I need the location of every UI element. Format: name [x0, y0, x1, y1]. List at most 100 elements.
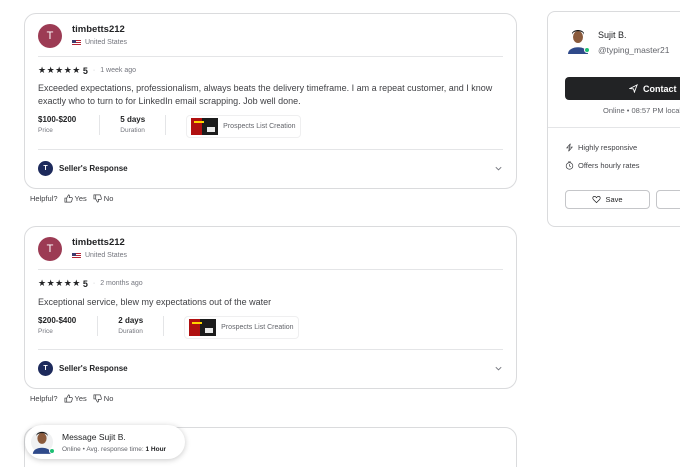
separator-dot: · [92, 67, 96, 74]
us-flag-icon [72, 252, 81, 259]
helpful-yes-label: Yes [74, 194, 87, 203]
online-status-icon [584, 47, 590, 53]
price-block: $200-$400 Price [38, 316, 76, 335]
reviewer-country: United States [72, 39, 127, 46]
contact-button[interactable]: Contact [565, 77, 680, 100]
seller-response-toggle[interactable]: T Seller's Response [38, 161, 503, 176]
country-label: United States [85, 252, 128, 259]
message-title: Message Sujit B. [62, 431, 126, 442]
meta-divider [97, 316, 99, 336]
project-chip[interactable]: Prospects List Creation [186, 115, 301, 138]
separator-dot: · [92, 280, 96, 287]
project-chip[interactable]: Prospects List Creation [184, 316, 299, 339]
helpful-no-label: No [103, 394, 114, 403]
helpful-no-button[interactable]: No [93, 394, 114, 403]
seller-name[interactable]: Sujit B. [598, 30, 627, 40]
review-time: 2 months ago [100, 280, 143, 287]
reviewer-country: United States [72, 252, 127, 259]
review-text: Exceeded expectations, professionalism, … [38, 83, 493, 106]
save-button[interactable]: Save [565, 190, 650, 209]
helpful-row: Helpful? Yes No [30, 194, 119, 203]
review-card: T timbetts212 United States ★★★★★ 5 · 2 … [24, 226, 517, 389]
reviewer-header: T timbetts212 United States [38, 237, 127, 261]
helpful-no-button[interactable]: No [93, 194, 114, 203]
duration-label: Duration [118, 328, 143, 335]
thumbs-up-icon [64, 394, 73, 403]
divider [548, 127, 680, 128]
message-status: Online • Avg. response time: 1 Hour [62, 446, 166, 453]
chevron-down-icon [495, 366, 502, 371]
divider [38, 56, 503, 57]
reviewer-avatar[interactable]: T [38, 24, 62, 48]
online-label: Online [62, 445, 81, 453]
share-button[interactable] [656, 190, 680, 209]
reviewer-name[interactable]: timbetts212 [72, 237, 127, 249]
helpful-yes-button[interactable]: Yes [64, 394, 87, 403]
seller-response-label: Seller's Response [59, 164, 128, 173]
price-label: Price [38, 127, 53, 134]
helpful-label: Helpful? [30, 194, 58, 203]
review-meta: $100-$200 Price 5 days Duration Prospect… [38, 115, 301, 138]
us-flag-icon [72, 39, 81, 46]
helpful-no-label: No [103, 194, 114, 203]
price-value: $100-$200 [38, 115, 77, 124]
helpful-label: Helpful? [30, 394, 58, 403]
review-text: Exceptional service, blew my expectation… [38, 297, 272, 307]
thumbs-down-icon [93, 194, 102, 203]
helpful-yes-button[interactable]: Yes [64, 194, 87, 203]
divider [38, 349, 503, 350]
seller-online-status: Online • 08:57 PM local time [603, 106, 680, 115]
feature-label: Highly responsive [578, 143, 638, 152]
reviewer-header: T timbetts212 United States [38, 24, 127, 48]
seller-avatar [31, 430, 55, 454]
thumbs-up-icon [64, 194, 73, 203]
thumbs-down-icon [93, 394, 102, 403]
price-label: Price [38, 328, 53, 335]
reviewer-avatar[interactable]: T [38, 237, 62, 261]
message-seller-bubble[interactable]: Message Sujit B. Online • Avg. response … [25, 425, 185, 459]
helpful-row: Helpful? Yes No [30, 394, 119, 403]
feature-hourly-rates: Offers hourly rates [565, 161, 640, 170]
price-block: $100-$200 Price [38, 115, 76, 134]
rating-row: ★★★★★ 5 · 2 months ago [38, 278, 143, 289]
project-name: Prospects List Creation [221, 324, 294, 331]
seller-response-toggle[interactable]: T Seller's Response [38, 361, 503, 376]
contact-label: Contact [643, 83, 677, 94]
project-thumbnail [189, 319, 217, 336]
seller-contact-card: Sujit B. @typing_master21 Contact Online… [547, 11, 680, 227]
price-value: $200-$400 [38, 316, 77, 325]
rating-value: 5 [82, 65, 88, 76]
duration-value: 5 days [120, 115, 146, 124]
meta-divider [99, 115, 101, 135]
review-card: T timbetts212 United States ★★★★★ 5 · 1 … [24, 13, 517, 189]
feature-highly-responsive: Highly responsive [565, 143, 637, 152]
chevron-down-icon [495, 166, 502, 171]
rating-row: ★★★★★ 5 · 1 week ago [38, 65, 136, 76]
duration-value: 2 days [118, 316, 144, 325]
seller-avatar: T [38, 361, 53, 376]
divider [38, 269, 503, 270]
seller-avatar[interactable] [566, 28, 590, 54]
star-rating-icon: ★★★★★ [38, 65, 81, 75]
duration-block: 2 days Duration [118, 316, 143, 335]
seller-handle: @typing_master21 [598, 45, 670, 55]
rating-value: 5 [82, 278, 88, 289]
project-thumbnail [191, 118, 219, 135]
seller-avatar: T [38, 161, 53, 176]
meta-divider [165, 115, 167, 135]
lightning-icon [566, 143, 573, 152]
divider [38, 149, 503, 150]
duration-block: 5 days Duration [120, 115, 145, 134]
seller-response-label: Seller's Response [59, 364, 128, 373]
duration-label: Duration [120, 127, 145, 134]
save-label: Save [605, 195, 623, 204]
response-time-label: Avg. response time: [86, 445, 144, 453]
clock-icon [565, 161, 574, 170]
send-icon [629, 84, 638, 93]
star-rating-icon: ★★★★★ [38, 278, 81, 288]
review-time: 1 week ago [100, 67, 137, 74]
reviewer-name[interactable]: timbetts212 [72, 24, 127, 36]
feature-label: Offers hourly rates [578, 161, 640, 170]
response-time-value: 1 Hour [145, 445, 167, 453]
project-name: Prospects List Creation [223, 123, 296, 130]
